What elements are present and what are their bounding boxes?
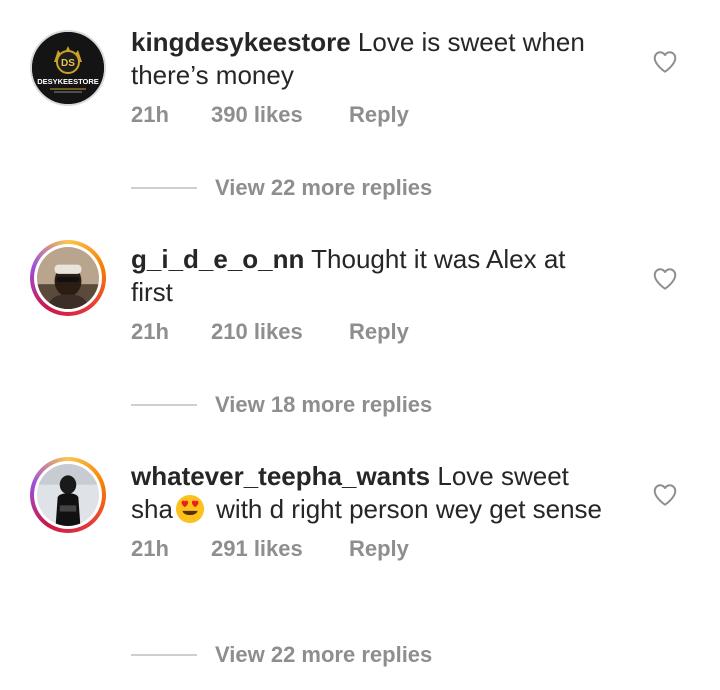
reply-button[interactable]: Reply bbox=[349, 536, 409, 562]
reply-button[interactable]: Reply bbox=[349, 102, 409, 128]
view-replies-label[interactable]: View 22 more replies bbox=[215, 175, 432, 201]
comment-body-continued: with d right person wey get sense bbox=[208, 494, 603, 524]
view-replies-label[interactable]: View 18 more replies bbox=[215, 392, 432, 418]
replies-divider bbox=[131, 187, 197, 189]
comment-text: kingdesykeestore Love is sweet when ther… bbox=[131, 26, 611, 92]
view-replies-button[interactable]: View 18 more replies bbox=[131, 392, 432, 418]
comment-likes[interactable]: 210 likes bbox=[211, 319, 349, 345]
replies-divider bbox=[131, 404, 197, 406]
svg-text:DESYKEESTORE: DESYKEESTORE bbox=[37, 77, 99, 86]
comment-text: whatever_teepha_wants Love sweet sha wit… bbox=[131, 460, 611, 526]
user-photo-icon bbox=[37, 247, 99, 309]
comment-likes[interactable]: 390 likes bbox=[211, 102, 349, 128]
avatar-g_i_d_e_o_nn[interactable] bbox=[30, 240, 106, 316]
heart-eyes-emoji-icon bbox=[175, 494, 204, 524]
comment-likes[interactable]: 291 likes bbox=[211, 536, 349, 562]
view-replies-button[interactable]: View 22 more replies bbox=[131, 642, 432, 668]
comment-meta: 21h 210 likes Reply bbox=[131, 319, 611, 345]
svg-text:DS: DS bbox=[61, 58, 75, 69]
comment-meta: 21h 390 likes Reply bbox=[131, 102, 611, 128]
replies-divider bbox=[131, 654, 197, 656]
heart-icon[interactable] bbox=[652, 266, 678, 292]
comment-username[interactable]: g_i_d_e_o_nn bbox=[131, 244, 304, 274]
avatar-kingdesykeestore[interactable]: DS DESYKEESTORE bbox=[30, 30, 106, 106]
user-photo-icon bbox=[37, 464, 99, 526]
avatar-whatever_teepha_wants[interactable] bbox=[30, 457, 106, 533]
comment-meta: 21h 291 likes Reply bbox=[131, 536, 611, 562]
comment-time: 21h bbox=[131, 319, 169, 344]
avatar-ring bbox=[34, 244, 102, 312]
heart-icon[interactable] bbox=[652, 49, 678, 75]
comment-time: 21h bbox=[131, 102, 169, 127]
reply-button[interactable]: Reply bbox=[349, 319, 409, 345]
comment-username[interactable]: whatever_teepha_wants bbox=[131, 461, 430, 491]
view-replies-button[interactable]: View 22 more replies bbox=[131, 175, 432, 201]
view-replies-label[interactable]: View 22 more replies bbox=[215, 642, 432, 668]
comment-text: g_i_d_e_o_nn Thought it was Alex at firs… bbox=[131, 243, 611, 309]
heart-icon[interactable] bbox=[652, 482, 678, 508]
avatar-ring bbox=[34, 461, 102, 529]
comment-username[interactable]: kingdesykeestore bbox=[131, 27, 351, 57]
store-logo-icon: DS DESYKEESTORE bbox=[32, 32, 104, 104]
comment-time: 21h bbox=[131, 536, 169, 561]
